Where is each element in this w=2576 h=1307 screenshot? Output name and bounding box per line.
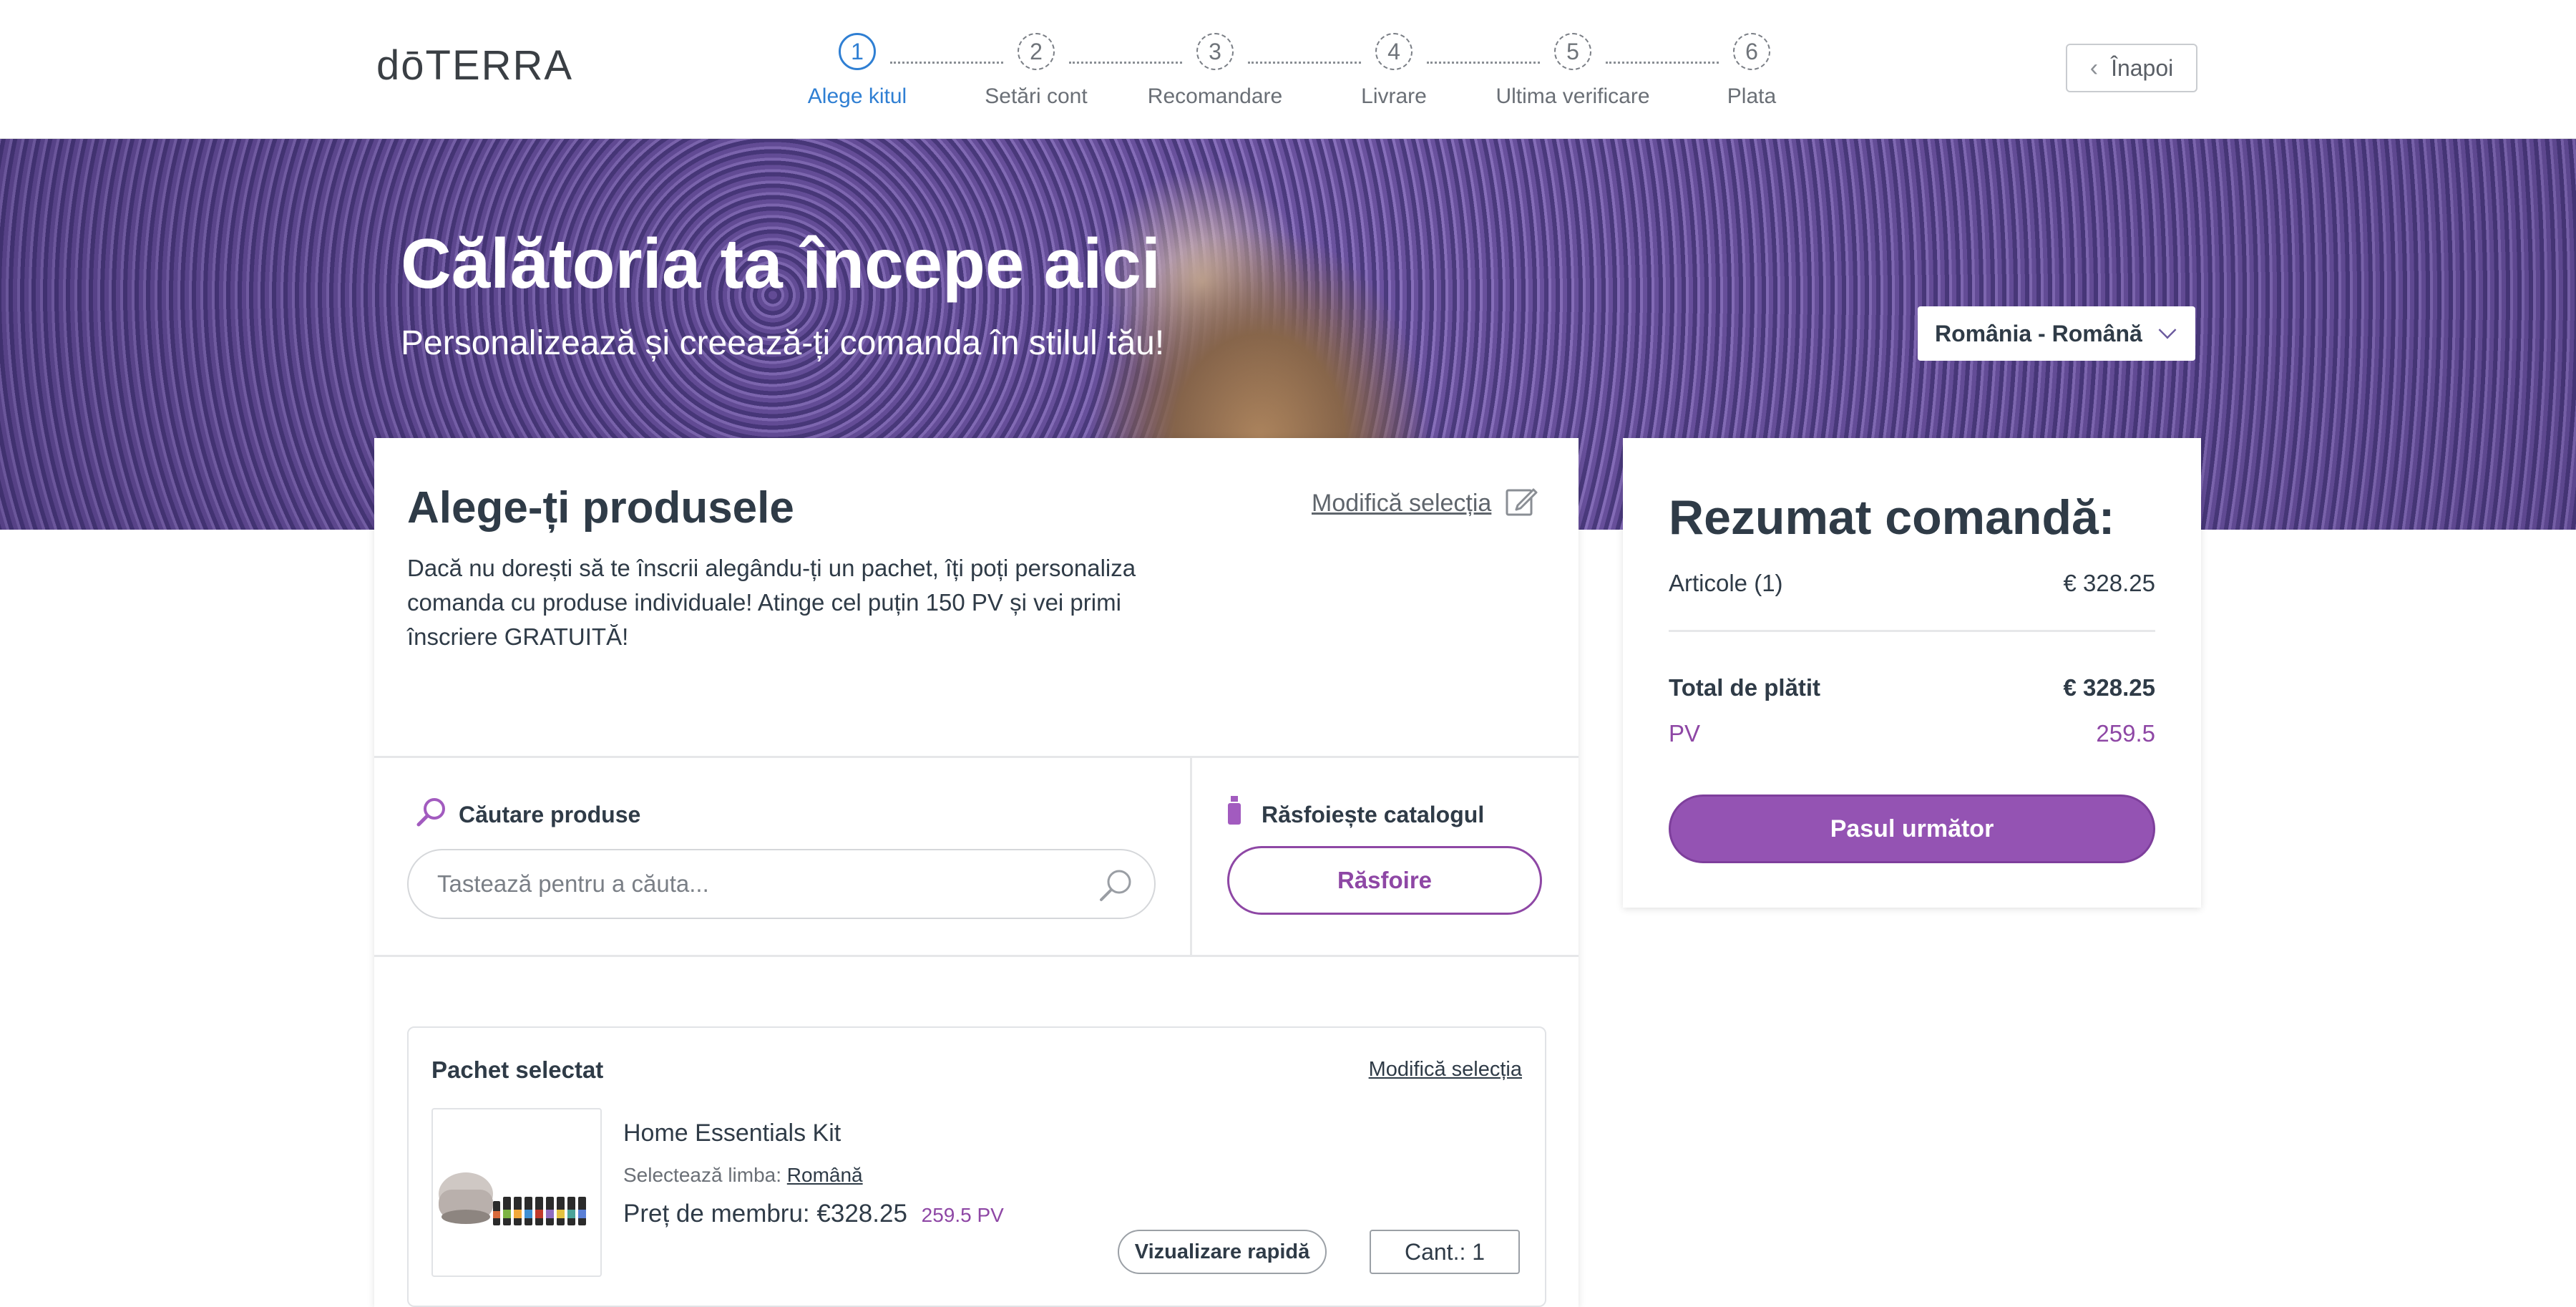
browse-button[interactable]: Răsfoire: [1227, 846, 1542, 915]
edit-icon[interactable]: [1505, 485, 1538, 518]
step-3-label: Recomandare: [1147, 84, 1283, 108]
next-step-button[interactable]: Pasul următor: [1669, 795, 2155, 863]
pv-value: 259.5 PV: [921, 1204, 1004, 1226]
price-row: Preț de membru: €328.25 259.5 PV: [623, 1200, 1004, 1228]
items-value: € 328.25: [2063, 570, 2155, 596]
total-value: € 328.25: [2063, 674, 2155, 701]
divider: [1190, 756, 1192, 956]
step-connector: [1248, 62, 1361, 64]
product-name[interactable]: Home Essentials Kit: [623, 1119, 841, 1147]
step-5-label: Ultima verificare: [1496, 84, 1650, 108]
quantity-button[interactable]: Cant.: 1: [1370, 1230, 1520, 1274]
top-header: dōTERRA 1 Alege kitul 2 Setări cont 3 Re…: [0, 0, 2576, 139]
order-summary-card: Rezumat comandă: Articole (1) € 328.25 T…: [1623, 438, 2201, 908]
search-icon[interactable]: [1098, 868, 1134, 903]
language-row: Selectează limba: Română: [623, 1164, 863, 1187]
chevron-down-icon: [2158, 321, 2177, 339]
step-1-circle[interactable]: 1: [839, 33, 876, 70]
language-link[interactable]: Română: [787, 1164, 863, 1186]
pv-label: PV: [1669, 720, 1701, 747]
summary-pv-value: 259.5: [2096, 720, 2155, 747]
language-select-value: România - Română: [1935, 320, 2142, 346]
language-prefix: Selectează limba:: [623, 1164, 782, 1186]
step-3-circle: 3: [1196, 33, 1234, 70]
quick-view-button[interactable]: Vizualizare rapidă: [1118, 1230, 1327, 1274]
search-icon: [416, 798, 445, 827]
divider: [374, 955, 1579, 957]
summary-total-row: Total de plătit € 328.25: [1669, 674, 2155, 701]
hero-title: Călătoria ta începe aici: [401, 224, 1161, 303]
products-title: Alege-ți produsele: [407, 483, 794, 533]
divider: [374, 756, 1579, 758]
step-connector: [1069, 62, 1182, 64]
search-input[interactable]: [437, 850, 1081, 918]
choose-products-card: Alege-ți produsele Modifică selecția Dac…: [374, 438, 1579, 1307]
items-label: Articole (1): [1669, 570, 1783, 596]
step-4-circle: 4: [1375, 33, 1413, 70]
divider: [1669, 630, 2155, 632]
price-value: €328.25: [816, 1200, 907, 1228]
step-6-label: Plata: [1727, 84, 1777, 108]
product-image[interactable]: [431, 1108, 602, 1277]
step-connector: [1606, 62, 1719, 64]
search-products-label: Căutare produse: [459, 802, 641, 827]
browse-catalog-label: Răsfoiește catalogul: [1262, 802, 1485, 827]
chevron-left-icon: ‹: [2089, 54, 2099, 82]
modify-selection-link[interactable]: Modifică selecția: [1312, 490, 1491, 518]
step-connector: [1427, 62, 1540, 64]
bottle-icon: [1228, 796, 1241, 825]
selected-package-title: Pachet selectat: [431, 1056, 604, 1083]
intro-text: Dacă nu dorești să te înscrii alegându-ț…: [407, 555, 1136, 650]
step-2-label: Setări cont: [985, 84, 1088, 108]
summary-pv-row: PV 259.5: [1669, 720, 2155, 747]
total-label: Total de plătit: [1669, 674, 1821, 701]
hero-subtitle: Personalizează și creează-ți comanda în …: [401, 324, 1165, 362]
package-modify-link[interactable]: Modifică selecția: [1369, 1058, 1522, 1082]
summary-items-row: Articole (1) € 328.25: [1669, 570, 2155, 597]
back-button-label: Înapoi: [2111, 54, 2174, 81]
step-5-circle: 5: [1554, 33, 1591, 70]
step-2-circle: 2: [1018, 33, 1055, 70]
price-label: Preț de membru:: [623, 1200, 810, 1228]
step-4-label: Livrare: [1361, 84, 1427, 108]
back-button[interactable]: ‹ Înapoi: [2066, 44, 2197, 92]
language-select[interactable]: România - Română: [1918, 306, 2195, 361]
step-connector: [890, 62, 1003, 64]
search-box[interactable]: [407, 849, 1156, 919]
diffuser-kit-image: [439, 1172, 586, 1225]
step-1-label[interactable]: Alege kitul: [757, 84, 957, 109]
summary-title: Rezumat comandă:: [1669, 490, 2115, 545]
step-6-circle: 6: [1733, 33, 1770, 70]
